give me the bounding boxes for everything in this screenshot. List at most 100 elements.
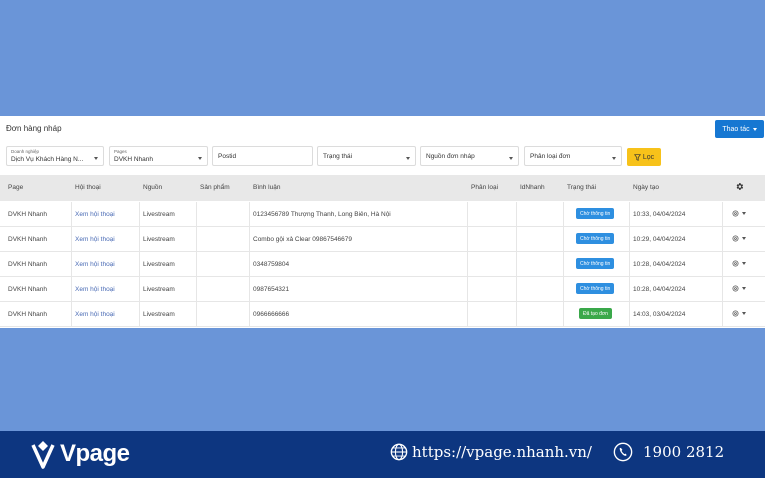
col-page: Page (8, 184, 24, 191)
col-comment: Bình luận (253, 184, 281, 191)
table-row: DVKH Nhanh Xem hội thoại Livestream 0966… (0, 302, 765, 327)
table-row: DVKH Nhanh Xem hội thoại Livestream 0348… (0, 252, 765, 277)
status-select[interactable]: Trạng thái (317, 146, 416, 166)
cell-comment: 0987654321 (253, 286, 290, 293)
row-actions-menu[interactable] (731, 209, 746, 218)
cell-created: 10:28, 04/04/2024 (633, 286, 686, 293)
category-select[interactable]: Phân loại đơn (524, 146, 622, 166)
table-header: Page Hội thoại Nguồn Sản phẩm Bình luận … (0, 175, 765, 201)
chevron-down-icon (742, 262, 746, 265)
cell-created: 10:29, 04/04/2024 (633, 236, 686, 243)
status-badge: Chờ thông tin (576, 208, 615, 219)
cell-comment: Combo gội xả Clear 09867546679 (253, 236, 353, 243)
chevron-down-icon (94, 155, 98, 162)
table-row: DVKH Nhanh Xem hội thoại Livestream 0987… (0, 277, 765, 302)
chevron-down-icon (742, 237, 746, 240)
cell-source: Livestream (143, 211, 175, 218)
website-url: https://vpage.nhanh.vn/ (412, 443, 592, 461)
col-source: Nguồn (143, 184, 163, 191)
cell-source: Livestream (143, 311, 175, 318)
pages-label: Pages (114, 149, 127, 154)
gear-icon (732, 210, 739, 217)
table-row: DVKH Nhanh Xem hội thoại Livestream Comb… (0, 227, 765, 252)
business-select[interactable]: Doanh nghiệp Dịch Vụ Khách Hàng N... (6, 146, 104, 166)
category-placeholder: Phân loại đơn (530, 153, 571, 160)
view-conversation-link[interactable]: Xem hội thoại (75, 236, 115, 243)
business-value: Dịch Vụ Khách Hàng N... (11, 156, 84, 163)
hotline-number: 1900 2812 (643, 443, 725, 461)
gear-icon (732, 235, 739, 242)
table-row: DVKH Nhanh Xem hội thoại Livestream 0123… (0, 202, 765, 227)
view-conversation-link[interactable]: Xem hội thoại (75, 211, 115, 218)
status-placeholder: Trạng thái (323, 153, 353, 160)
postid-placeholder: Postid (218, 153, 237, 160)
pages-value: DVKH Nhanh (114, 156, 154, 163)
row-actions-menu[interactable] (731, 284, 746, 293)
cell-page: DVKH Nhanh (8, 236, 48, 243)
col-status: Trạng thái (567, 184, 597, 191)
cell-page: DVKH Nhanh (8, 311, 48, 318)
gear-icon (732, 285, 739, 292)
row-actions-menu[interactable] (731, 309, 746, 318)
status-badge: Đã tạo đơn (579, 308, 612, 319)
cell-comment: 0348759804 (253, 261, 290, 268)
status-badge: Chờ thông tin (576, 233, 615, 244)
cell-source: Livestream (143, 286, 175, 293)
cell-page: DVKH Nhanh (8, 211, 48, 218)
chevron-down-icon (752, 127, 757, 131)
cell-source: Livestream (143, 261, 175, 268)
hotline[interactable]: 1900 2812 (613, 442, 724, 462)
panel-header: Đơn hàng nháp Thao tác (0, 116, 765, 142)
status-badge: Chờ thông tin (576, 283, 615, 294)
status-badge: Chờ thông tin (576, 258, 615, 269)
chevron-down-icon (612, 155, 616, 162)
cell-comment: 0966666666 (253, 311, 290, 318)
vpage-logo-icon (31, 441, 55, 469)
gear-icon (732, 310, 739, 317)
filter-button[interactable]: Lọc (627, 148, 661, 166)
draft-orders-panel: Đơn hàng nháp Thao tác Doanh nghiệp Dịch… (0, 116, 765, 328)
chevron-down-icon (509, 155, 513, 162)
cell-page: DVKH Nhanh (8, 261, 48, 268)
cell-created: 14:03, 03/04/2024 (633, 311, 686, 318)
page-title: Đơn hàng nháp (6, 124, 62, 133)
cell-created: 10:33, 04/04/2024 (633, 211, 686, 218)
pages-select[interactable]: Pages DVKH Nhanh (109, 146, 208, 166)
filter-bar: Doanh nghiệp Dịch Vụ Khách Hàng N... Pag… (0, 146, 765, 170)
col-conversation: Hội thoại (75, 184, 101, 191)
cell-page: DVKH Nhanh (8, 286, 48, 293)
view-conversation-link[interactable]: Xem hội thoại (75, 311, 115, 318)
col-created: Ngày tạo (633, 184, 660, 191)
col-product: Sản phẩm (200, 184, 230, 191)
globe-icon (390, 443, 408, 461)
view-conversation-link[interactable]: Xem hội thoại (75, 286, 115, 293)
gear-icon (732, 260, 739, 267)
business-label: Doanh nghiệp (11, 149, 40, 154)
row-actions-menu[interactable] (731, 259, 746, 268)
postid-input[interactable]: Postid (212, 146, 313, 166)
filter-label: Lọc (642, 153, 655, 161)
chevron-down-icon (198, 155, 202, 162)
view-conversation-link[interactable]: Xem hội thoại (75, 261, 115, 268)
chevron-down-icon (742, 312, 746, 315)
chevron-down-icon (742, 287, 746, 290)
brand-name: Vpage (60, 440, 130, 467)
row-actions-menu[interactable] (731, 234, 746, 243)
col-idnhanh: IdNhanh (520, 184, 545, 191)
cell-source: Livestream (143, 236, 175, 243)
footer-banner: Vpage https://vpage.nhanh.vn/ 1900 2812 (0, 431, 765, 478)
phone-icon (613, 442, 633, 462)
cell-comment: 0123456789 Thượng Thanh, Long Biên, Hà N… (253, 211, 391, 218)
actions-dropdown-button[interactable]: Thao tác (715, 120, 764, 138)
cell-created: 10:28, 04/04/2024 (633, 261, 686, 268)
source-select[interactable]: Nguồn đơn nháp (420, 146, 519, 166)
col-category: Phân loại (471, 184, 499, 191)
gear-icon[interactable] (735, 182, 744, 191)
actions-label: Thao tác (722, 125, 750, 133)
source-placeholder: Nguồn đơn nháp (426, 153, 475, 160)
brand-logo: Vpage (30, 437, 130, 471)
chevron-down-icon (406, 155, 410, 162)
website-link[interactable]: https://vpage.nhanh.vn/ (390, 443, 592, 461)
orders-table: Page Hội thoại Nguồn Sản phẩm Bình luận … (0, 175, 765, 328)
funnel-icon (633, 153, 641, 161)
